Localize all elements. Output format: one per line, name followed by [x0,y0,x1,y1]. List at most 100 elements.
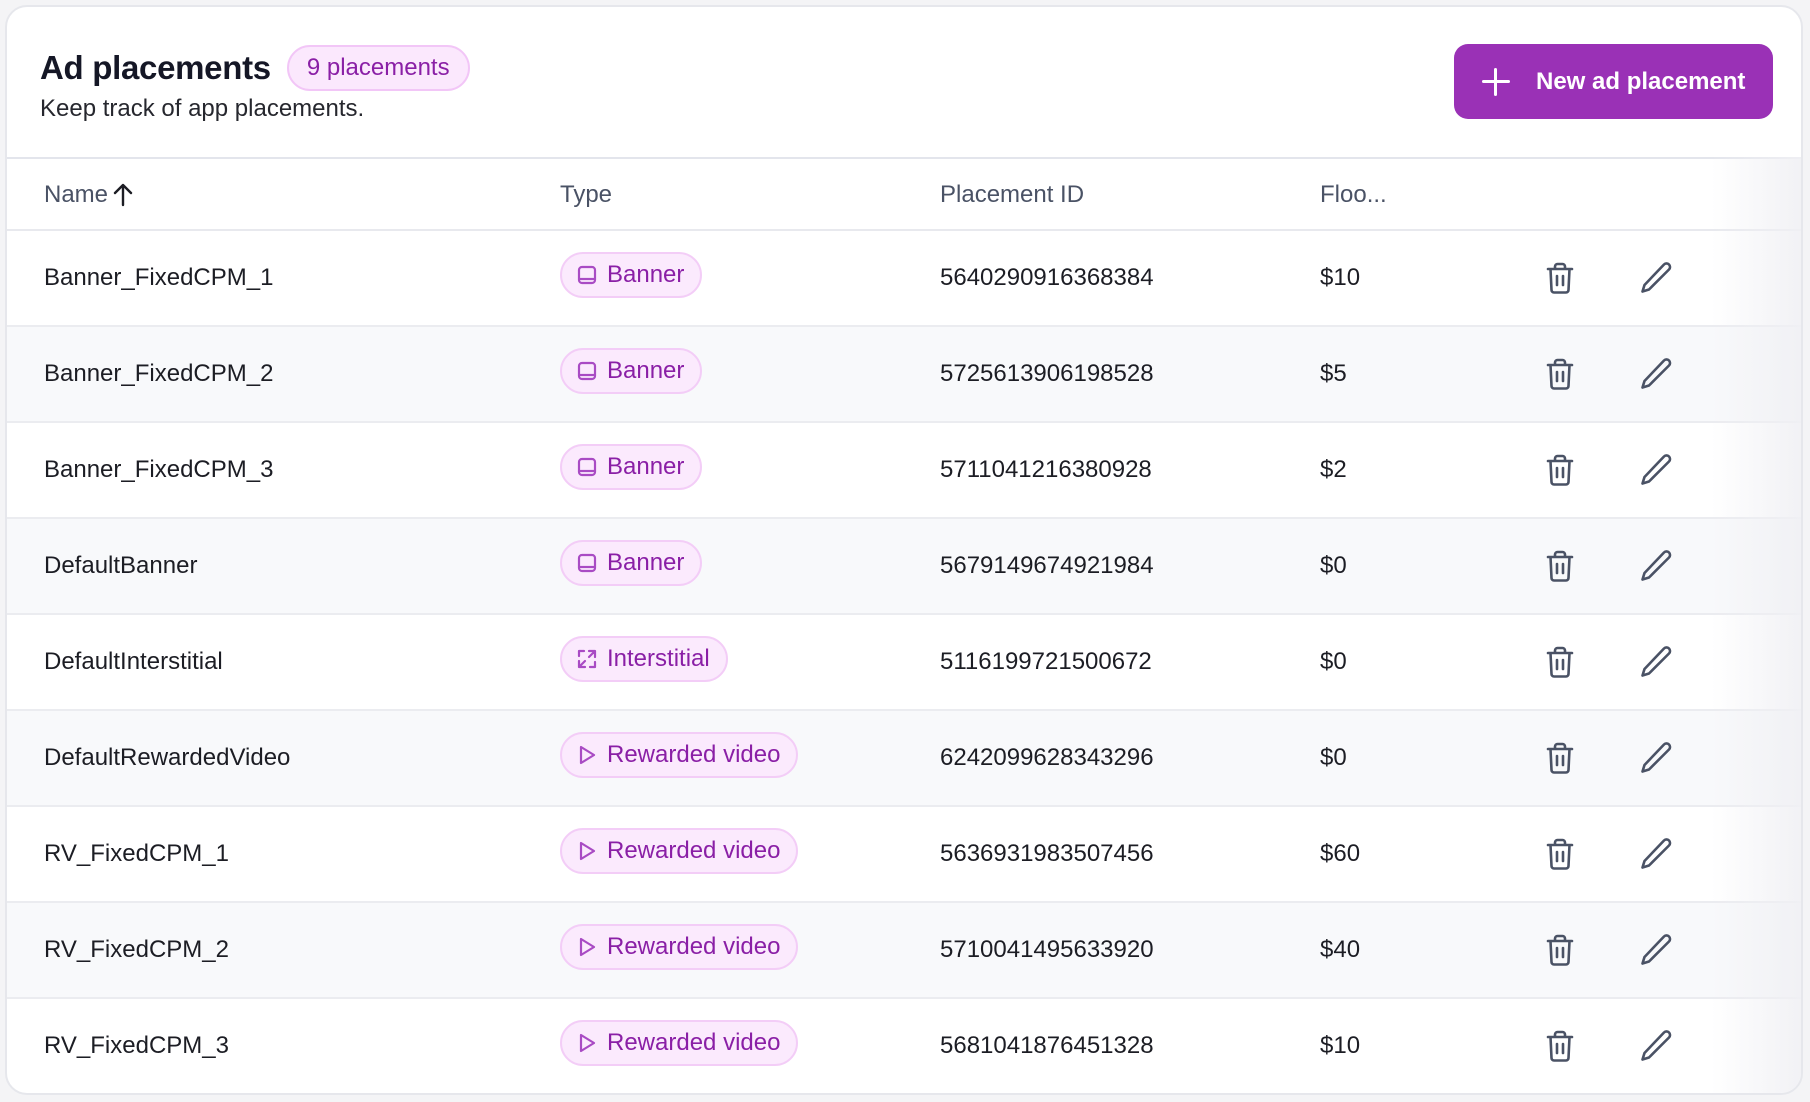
type-label: Banner [607,357,685,384]
type-badge: Banner [560,348,703,394]
floor-price: $0 [1320,648,1347,675]
floor-price: $60 [1320,840,1361,867]
type-cell: Rewarded video [560,903,799,997]
edit-button[interactable] [1633,255,1679,301]
page-title: Ad placements [40,49,271,86]
delete-button[interactable] [1537,447,1583,493]
type-cell: Banner [560,327,703,421]
type-badge: Rewarded video [560,1020,799,1066]
type-cell: Banner [560,519,703,613]
play-icon [576,1032,607,1054]
trash-icon [1546,742,1574,774]
type-badge: Banner [560,444,703,490]
floor-price: $10 [1320,264,1361,291]
placement-id: 6242099628343296 [940,744,1154,771]
new-ad-placement-label: New ad placement [1536,67,1746,95]
table-row[interactable]: RV_FixedCPM_2 Rewarded video 57100414956… [7,903,1801,999]
table-row[interactable]: Banner_FixedCPM_2 Banner 572561390619852… [7,327,1801,423]
type-cell: Rewarded video [560,711,799,805]
table-row[interactable]: Banner_FixedCPM_1 Banner 564029091636838… [7,231,1801,327]
trash-icon [1546,838,1574,870]
edit-button[interactable] [1633,639,1679,685]
floor-price: $2 [1320,456,1347,483]
floor-price: $0 [1320,744,1347,771]
pencil-icon [1641,454,1672,485]
edit-button[interactable] [1633,831,1679,877]
table-row[interactable]: DefaultInterstitial Interstitial 5116199… [7,615,1801,711]
table-row[interactable]: RV_FixedCPM_1 Rewarded video 56369319835… [7,807,1801,903]
type-cell: Interstitial [560,615,728,709]
table-row[interactable]: DefaultBanner Banner 5679149674921984 $0 [7,519,1801,615]
edit-button[interactable] [1633,735,1679,781]
edit-button[interactable] [1633,1023,1679,1069]
column-header-name-label: Name [44,181,109,208]
new-ad-placement-button[interactable]: New ad placement [1454,44,1773,119]
banner-icon [576,456,607,478]
title-group: Ad placements 9 placements [40,45,470,91]
type-label: Banner [607,261,685,288]
column-header-placement-id-label: Placement ID [940,181,1085,208]
ad-placements-card: Ad placements 9 placements Keep track of… [5,5,1803,1095]
trash-icon [1546,262,1574,294]
delete-button[interactable] [1537,735,1583,781]
table-body: Banner_FixedCPM_1 Banner 564029091636838… [7,231,1801,1093]
column-header-type[interactable]: Type [560,181,612,209]
placement-id: 5681041876451328 [940,1032,1154,1059]
placement-id: 5725613906198528 [940,360,1154,387]
column-header-placement-id[interactable]: Placement ID [940,181,1084,209]
table-row[interactable]: DefaultRewardedVideo Rewarded video 6242… [7,711,1801,807]
edit-button[interactable] [1633,351,1679,397]
column-header-name[interactable]: Name [44,181,134,209]
type-label: Banner [607,453,685,480]
type-cell: Rewarded video [560,807,799,901]
column-header-floor[interactable]: Floo... [1320,181,1387,209]
table-header-row: Name Type Placement ID Floo... [7,157,1801,231]
delete-button[interactable] [1537,831,1583,877]
type-cell: Banner [560,231,703,325]
banner-icon [576,552,607,574]
trash-icon [1546,358,1574,390]
delete-button[interactable] [1537,927,1583,973]
placement-id: 5711041216380928 [940,456,1152,483]
type-cell: Rewarded video [560,999,799,1093]
floor-price: $5 [1320,360,1347,387]
type-label: Rewarded video [607,1029,781,1056]
edit-button[interactable] [1633,543,1679,589]
pencil-icon [1641,550,1672,581]
card-header: Ad placements 9 placements Keep track of… [7,7,1801,157]
banner-icon [576,360,607,382]
pencil-icon [1641,934,1672,965]
type-label: Rewarded video [607,837,781,864]
edit-button[interactable] [1633,447,1679,493]
placement-id: 5116199721500672 [940,648,1152,675]
delete-button[interactable] [1537,255,1583,301]
pencil-icon [1641,1030,1672,1061]
trash-icon [1546,646,1574,678]
edit-button[interactable] [1633,927,1679,973]
trash-icon [1546,454,1574,486]
delete-button[interactable] [1537,639,1583,685]
table-row[interactable]: Banner_FixedCPM_3 Banner 571104121638092… [7,423,1801,519]
type-cell: Banner [560,423,703,517]
play-icon [576,840,607,862]
placement-id: 5636931983507456 [940,840,1154,867]
plus-icon [1482,67,1510,96]
table-row[interactable]: RV_FixedCPM_3 Rewarded video 56810418764… [7,999,1801,1093]
placement-name: DefaultBanner [44,552,198,579]
delete-button[interactable] [1537,351,1583,397]
placement-name: DefaultRewardedVideo [44,744,291,771]
type-label: Rewarded video [607,741,781,768]
placement-name: RV_FixedCPM_1 [44,840,229,867]
delete-button[interactable] [1537,1023,1583,1069]
banner-icon [576,264,607,286]
pencil-icon [1641,646,1672,677]
delete-button[interactable] [1537,543,1583,589]
placements-table: Name Type Placement ID Floo... Banner_Fi… [7,157,1801,1093]
type-badge: Rewarded video [560,924,799,970]
trash-icon [1546,934,1574,966]
arrow-up-icon [113,183,133,207]
type-badge: Rewarded video [560,828,799,874]
pencil-icon [1641,358,1672,389]
type-badge: Interstitial [560,636,728,682]
floor-price: $0 [1320,552,1347,579]
